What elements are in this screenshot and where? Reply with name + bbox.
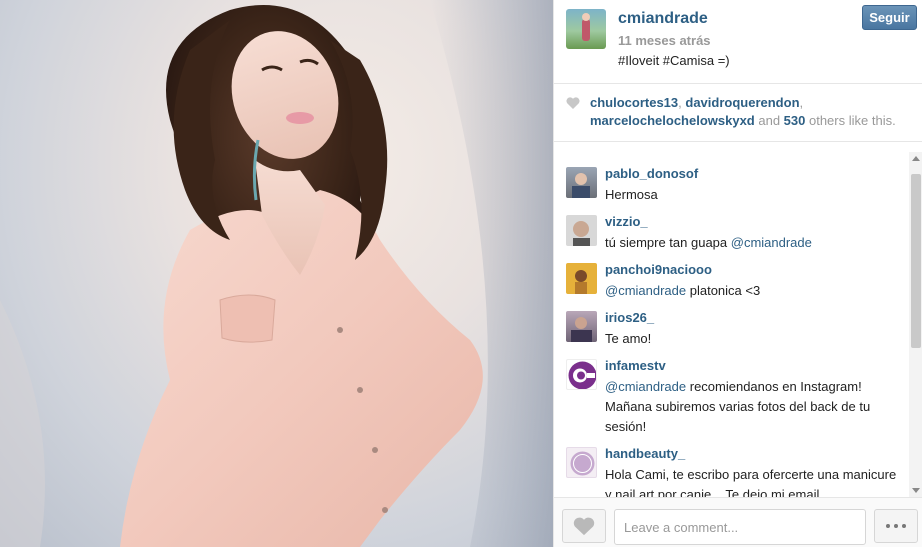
commenter-avatar[interactable] xyxy=(566,263,597,294)
likes-section: chulocortes13, davidroquerendon, marcelo… xyxy=(554,84,922,142)
commenter-avatar[interactable] xyxy=(566,167,597,198)
commenter-avatar[interactable] xyxy=(566,311,597,342)
commenter-avatar[interactable] xyxy=(566,359,597,390)
comment-item: irios26_ Te amo! xyxy=(554,296,909,346)
comment-item: infamestv @cmiandrade recomiendanos en I… xyxy=(554,344,909,434)
author-username[interactable]: cmiandrade xyxy=(618,10,708,28)
comments-scrollbar[interactable] xyxy=(909,152,922,497)
commenter-avatar[interactable] xyxy=(566,447,597,478)
likes-suffix: others like this. xyxy=(805,113,896,128)
commenter-avatar[interactable] xyxy=(566,215,597,246)
more-icon xyxy=(894,524,898,528)
commenter-username[interactable]: pablo_donosof xyxy=(605,166,698,181)
liker-username[interactable]: chulocortes13 xyxy=(590,95,678,110)
more-icon xyxy=(902,524,906,528)
comment-item: vizzio_ tú siempre tan guapa @cmiandrade xyxy=(554,200,909,250)
photo-illustration xyxy=(0,0,553,547)
commenter-username[interactable]: vizzio_ xyxy=(605,214,648,229)
comment-item: panchoi9naciooo @cmiandrade platonica <3 xyxy=(554,248,909,298)
comment-text: @cmiandrade recomiendanos en Instagram! … xyxy=(605,377,901,437)
post-header: cmiandrade 11 meses atrás #Iloveit #Cami… xyxy=(554,0,922,84)
more-options-button[interactable] xyxy=(874,509,918,543)
commenter-username[interactable]: infamestv xyxy=(605,358,666,373)
comments-list[interactable]: pablo_donosof Hermosa vizzio_ tú siempre… xyxy=(554,152,909,497)
heart-icon xyxy=(573,517,595,535)
instagram-post-view: cmiandrade 11 meses atrás #Iloveit #Cami… xyxy=(0,0,922,547)
follow-button[interactable]: Seguir xyxy=(862,5,917,30)
scroll-up-icon[interactable] xyxy=(912,156,920,161)
comment-body: Hola Cami, te escribo para ofercerte una… xyxy=(605,467,897,497)
likes-text: chulocortes13, davidroquerendon, marcelo… xyxy=(590,94,916,130)
comment-bar xyxy=(554,497,922,547)
post-sidebar: cmiandrade 11 meses atrás #Iloveit #Cami… xyxy=(553,0,922,547)
commenter-username[interactable]: panchoi9naciooo xyxy=(605,262,712,277)
more-icon xyxy=(886,524,890,528)
author-avatar-image xyxy=(582,13,590,41)
comment-mention[interactable]: @cmiandrade xyxy=(605,379,686,394)
scrollbar-thumb[interactable] xyxy=(911,174,921,348)
heart-icon xyxy=(566,97,580,109)
comment-item: handbeauty_ Hola Cami, te escribo para o… xyxy=(554,432,909,497)
comment-item: pablo_donosof Hermosa xyxy=(554,152,909,202)
liker-username[interactable]: marcelochelochelowskyxd xyxy=(590,113,755,128)
comment-text: Hola Cami, te escribo para ofercerte una… xyxy=(605,465,901,497)
likes-and: and xyxy=(754,113,784,128)
commenter-username[interactable]: irios26_ xyxy=(605,310,654,325)
post-timestamp[interactable]: 11 meses atrás xyxy=(618,33,711,48)
post-photo[interactable] xyxy=(0,0,553,547)
comment-input[interactable] xyxy=(614,509,866,545)
like-button[interactable] xyxy=(562,509,606,543)
likes-separator: , xyxy=(799,95,804,110)
liker-username[interactable]: davidroquerendon xyxy=(685,95,799,110)
likes-count[interactable]: 530 xyxy=(784,113,806,128)
author-avatar[interactable] xyxy=(566,9,606,49)
commenter-username[interactable]: handbeauty_ xyxy=(605,446,685,461)
scroll-down-icon[interactable] xyxy=(912,488,920,493)
post-caption: #Iloveit #Camisa =) xyxy=(618,53,730,68)
